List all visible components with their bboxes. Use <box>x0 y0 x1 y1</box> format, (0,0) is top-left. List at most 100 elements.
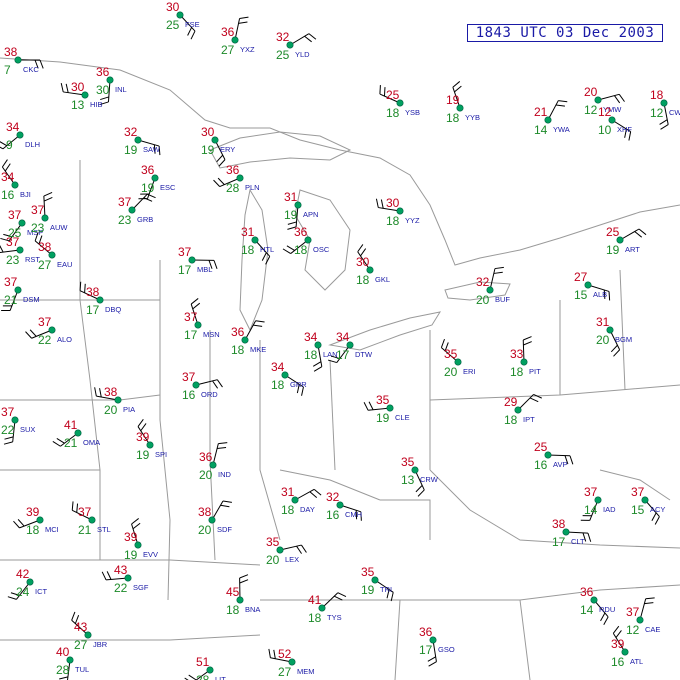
station-code-label: ERI <box>463 367 476 376</box>
temperature-label: 34 <box>304 330 318 344</box>
dewpoint-label: 22 <box>114 581 128 595</box>
station-plot: 19 18 YYB <box>446 81 480 125</box>
station-plot: 32 16 CMH <box>326 490 362 522</box>
station-plot: 35 19 TRI <box>361 565 394 602</box>
wind-barb-feather <box>659 119 668 125</box>
station-code-label: AUW <box>50 223 68 232</box>
station-code-label: IAD <box>603 505 616 514</box>
station-code-label: SDF <box>217 525 232 534</box>
station-code-label: ALB <box>593 290 607 299</box>
wind-barb-feather <box>296 545 302 554</box>
station-plot: 37 23 GRB <box>118 193 156 227</box>
surface-observation-map: 38 7 CKC 30 25 FSE 36 30 INL 34 9 DLH 30 13 HIB 34 16 BJI… <box>0 0 680 680</box>
wind-barb-feather <box>523 336 532 341</box>
dewpoint-label: 18 <box>504 413 518 427</box>
dewpoint-label: 13 <box>401 473 415 487</box>
temperature-label: 37 <box>1 405 15 419</box>
wind-barb-feather <box>132 522 141 530</box>
dewpoint-label: 18 <box>308 611 322 625</box>
station-code-label: CMH <box>345 510 362 519</box>
temperature-label: 38 <box>86 285 100 299</box>
station-plot: 41 18 TYS <box>308 592 347 625</box>
dewpoint-label: 19 <box>124 548 138 562</box>
dewpoint-label: 16 <box>534 458 548 472</box>
station-code-label: MBL <box>197 265 212 274</box>
dewpoint-label: 19 <box>124 143 138 157</box>
wind-barb-feather <box>217 177 225 185</box>
wind-barb-feather <box>313 488 322 496</box>
temperature-label: 39 <box>124 530 138 544</box>
station-code-label: TYS <box>327 613 342 622</box>
temperature-label: 32 <box>124 125 138 139</box>
wind-barb-feather <box>190 30 196 40</box>
station-code-label: OSC <box>313 245 330 254</box>
station-plot: 41 21 OMA <box>52 418 100 450</box>
station-plot: 43 27 JBR <box>71 611 108 652</box>
wind-barb-feather <box>287 221 297 225</box>
wind-barb-feather <box>618 94 625 102</box>
station-plot: 32 25 YLD <box>276 30 317 62</box>
station-plot: 35 20 LEX <box>266 535 307 567</box>
temperature-label: 37 <box>4 275 18 289</box>
wind-barb-feather <box>213 260 218 270</box>
temperature-label: 31 <box>281 485 295 499</box>
temperature-label: 32 <box>276 30 290 44</box>
station-plot: 34 16 BJI <box>1 159 31 202</box>
wind-barb-feather <box>253 324 263 327</box>
station-plot: 38 7 CKC <box>4 45 44 77</box>
wind-barb-feather <box>17 519 25 527</box>
wind-barb-feather <box>94 387 97 397</box>
station-code-label: TUL <box>75 665 89 674</box>
station-code-label: IPT <box>523 415 535 424</box>
wind-barb-feather <box>383 87 386 97</box>
temperature-label: 19 <box>446 93 460 107</box>
wind-barb-feather <box>217 446 227 450</box>
dewpoint-label: 19 <box>284 208 298 222</box>
station-plot: 38 20 SDF <box>198 500 232 537</box>
wind-barb-feather <box>213 179 221 187</box>
station-plot: 39 19 EVV <box>124 518 158 562</box>
temperature-label: 41 <box>308 593 322 607</box>
temperature-label: 37 <box>31 203 45 217</box>
temperature-label: 39 <box>611 637 625 651</box>
station-plot: 32 20 BUF <box>476 266 510 307</box>
temperature-label: 37 <box>631 485 645 499</box>
station-code-label: BUF <box>495 295 510 304</box>
station-code-label: GSO <box>438 645 455 654</box>
wind-barb-feather <box>569 455 574 465</box>
station-plot: 36 18 OSC <box>282 225 330 257</box>
temperature-label: 33 <box>510 347 524 361</box>
dewpoint-label: 21 <box>64 436 78 450</box>
wind-barb-feather <box>60 83 64 93</box>
dewpoint-label: 18 <box>386 106 400 120</box>
station-code-label: ESC <box>160 183 176 192</box>
temperature-label: 30 <box>71 80 85 94</box>
wind-barb-feather <box>363 402 369 411</box>
wind-barb-feather <box>13 520 20 529</box>
dewpoint-label: 16 <box>1 188 15 202</box>
temperature-label: 39 <box>136 430 150 444</box>
dewpoint-label: 17 <box>336 348 350 362</box>
temperature-label: 37 <box>38 315 52 329</box>
temperature-label: 52 <box>278 647 292 661</box>
station-code-label: YWA <box>553 125 570 134</box>
station-code-label: SGF <box>133 583 149 592</box>
dewpoint-label: 17 <box>419 643 433 657</box>
station-code-label: AVP <box>553 460 567 469</box>
temperature-label: 25 <box>606 225 620 239</box>
wind-barb-feather <box>212 380 219 389</box>
station-plot: 37 22 SUX <box>1 405 35 445</box>
station-plot: 51 28 LIT <box>184 655 226 680</box>
station-plot: 37 14 IAD <box>580 485 616 521</box>
wind-barb-feather <box>268 648 271 658</box>
dewpoint-label: 27 <box>278 665 292 679</box>
wind-barb-feather <box>379 85 381 95</box>
dewpoint-label: 14 <box>534 123 548 137</box>
dewpoint-label: 18 <box>304 348 318 362</box>
station-code-label: JBR <box>93 640 108 649</box>
dewpoint-label: 18 <box>231 343 245 357</box>
wind-barb-feather <box>65 83 69 93</box>
temperature-label: 30 <box>386 196 400 210</box>
temperature-label: 35 <box>401 455 415 469</box>
wind-barb-feather <box>101 571 107 581</box>
